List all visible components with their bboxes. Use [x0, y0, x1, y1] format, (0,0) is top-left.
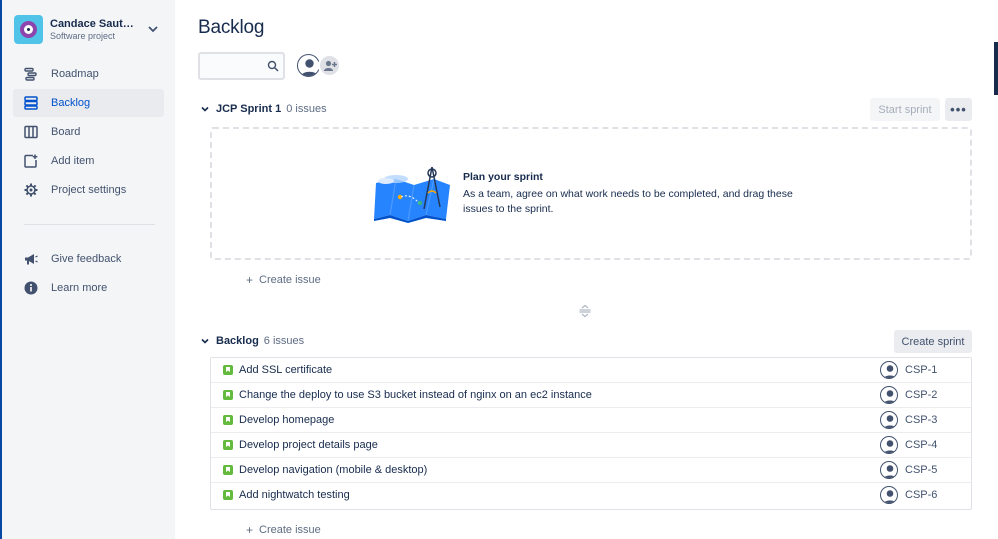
- chevron-down-icon[interactable]: [200, 336, 210, 346]
- avatar[interactable]: [880, 436, 898, 454]
- avatar[interactable]: [880, 486, 898, 504]
- issue-summary: Add nightwatch testing: [239, 489, 350, 501]
- backlog-icon: [23, 95, 39, 111]
- megaphone-icon: [23, 251, 39, 267]
- resize-handle-icon[interactable]: [578, 304, 592, 318]
- plus-icon: +: [246, 273, 254, 287]
- sidebar-item-label: Add item: [51, 155, 95, 167]
- scrollbar[interactable]: [994, 42, 998, 95]
- page-title: Backlog: [198, 17, 265, 38]
- story-icon: [223, 365, 233, 375]
- add-people-button[interactable]: [318, 54, 341, 77]
- roadmap-icon: [23, 66, 39, 82]
- sidebar-item-label: Project settings: [51, 184, 127, 196]
- empty-sprint-title: Plan your sprint: [463, 171, 543, 183]
- sidebar-item-project-settings[interactable]: Project settings: [13, 176, 164, 204]
- sprint-header[interactable]: JCP Sprint 1 0 issues: [200, 98, 327, 120]
- create-issue-label: Create issue: [259, 274, 321, 286]
- story-icon: [223, 390, 233, 400]
- sidebar-item-roadmap[interactable]: Roadmap: [13, 60, 164, 88]
- more-actions-button[interactable]: •••: [945, 98, 972, 121]
- avatar[interactable]: [880, 361, 898, 379]
- sidebar-item-label: Board: [51, 126, 81, 138]
- sidebar-divider: [24, 224, 155, 225]
- table-row[interactable]: Develop homepage CSP-3: [211, 408, 971, 433]
- sprint-create-issue-button[interactable]: + Create issue: [246, 273, 321, 287]
- issue-key[interactable]: CSP-1: [905, 364, 937, 376]
- sprint-planning-illustration: [374, 166, 450, 223]
- table-row[interactable]: Develop navigation (mobile & desktop) CS…: [211, 458, 971, 483]
- create-sprint-button[interactable]: Create sprint: [894, 330, 972, 353]
- issue-key[interactable]: CSP-5: [905, 464, 937, 476]
- table-row[interactable]: Add nightwatch testing CSP-6: [211, 483, 971, 508]
- project-name: Candace Sautm...: [50, 17, 140, 30]
- issue-summary: Change the deploy to use S3 bucket inste…: [239, 389, 592, 401]
- search-field[interactable]: [198, 52, 285, 80]
- sprint-issue-count: 0 issues: [286, 103, 327, 115]
- board-icon: [23, 124, 39, 140]
- backlog-create-issue-button[interactable]: + Create issue: [246, 523, 321, 537]
- issue-key[interactable]: CSP-4: [905, 439, 937, 451]
- table-row[interactable]: Develop project details page CSP-4: [211, 433, 971, 458]
- avatar[interactable]: [880, 386, 898, 404]
- sidebar-item-give-feedback[interactable]: Give feedback: [13, 245, 164, 273]
- avatar[interactable]: [297, 54, 320, 77]
- sidebar-item-label: Backlog: [51, 97, 91, 109]
- gear-icon: [23, 182, 39, 198]
- sidebar-item-board[interactable]: Board: [13, 118, 164, 146]
- plus-icon: +: [246, 523, 254, 537]
- issue-summary: Add SSL certificate: [239, 364, 333, 376]
- chevron-down-icon[interactable]: [200, 104, 210, 114]
- sidebar-item-label: Give feedback: [51, 253, 122, 265]
- project-sidebar: Candace Sautm... Software project Roadma…: [2, 0, 175, 539]
- project-type: Software project: [50, 30, 116, 41]
- sidebar-item-label: Learn more: [51, 282, 108, 294]
- story-icon: [223, 465, 233, 475]
- story-icon: [223, 415, 233, 425]
- table-row[interactable]: Add SSL certificate CSP-1: [211, 358, 971, 383]
- search-icon: [267, 60, 279, 72]
- info-icon: [23, 280, 39, 296]
- story-icon: [223, 490, 233, 500]
- story-icon: [223, 440, 233, 450]
- add-person-icon: [323, 60, 337, 71]
- issue-key[interactable]: CSP-2: [905, 389, 937, 401]
- avatar[interactable]: [880, 461, 898, 479]
- avatar[interactable]: [880, 411, 898, 429]
- issue-summary: Develop project details page: [239, 439, 378, 451]
- empty-sprint-description: As a team, agree on what work needs to b…: [463, 188, 793, 215]
- project-avatar: [14, 14, 43, 44]
- backlog-header[interactable]: Backlog 6 issues: [200, 330, 304, 352]
- table-row[interactable]: Change the deploy to use S3 bucket inste…: [211, 383, 971, 408]
- issue-key[interactable]: CSP-6: [905, 489, 937, 501]
- issue-key[interactable]: CSP-3: [905, 414, 937, 426]
- issue-summary: Develop homepage: [239, 414, 335, 426]
- sidebar-item-learn-more[interactable]: Learn more: [13, 274, 164, 302]
- sidebar-item-backlog[interactable]: Backlog: [13, 89, 164, 117]
- backlog-issue-count: 6 issues: [263, 335, 305, 347]
- backlog-name: Backlog: [216, 335, 259, 347]
- add-item-icon: [23, 153, 39, 169]
- sidebar-item-add-item[interactable]: Add item: [13, 147, 164, 175]
- issue-summary: Develop navigation (mobile & desktop): [239, 464, 428, 476]
- sidebar-item-label: Roadmap: [51, 68, 99, 80]
- backlog-issue-list: Add SSL certificate CSP-1 Change the dep…: [210, 357, 972, 510]
- create-issue-label: Create issue: [259, 524, 321, 536]
- project-header[interactable]: Candace Sautm... Software project: [14, 13, 164, 45]
- sprint-name: JCP Sprint 1: [216, 103, 282, 115]
- start-sprint-button[interactable]: Start sprint: [870, 98, 940, 121]
- chevron-down-icon[interactable]: [146, 22, 160, 36]
